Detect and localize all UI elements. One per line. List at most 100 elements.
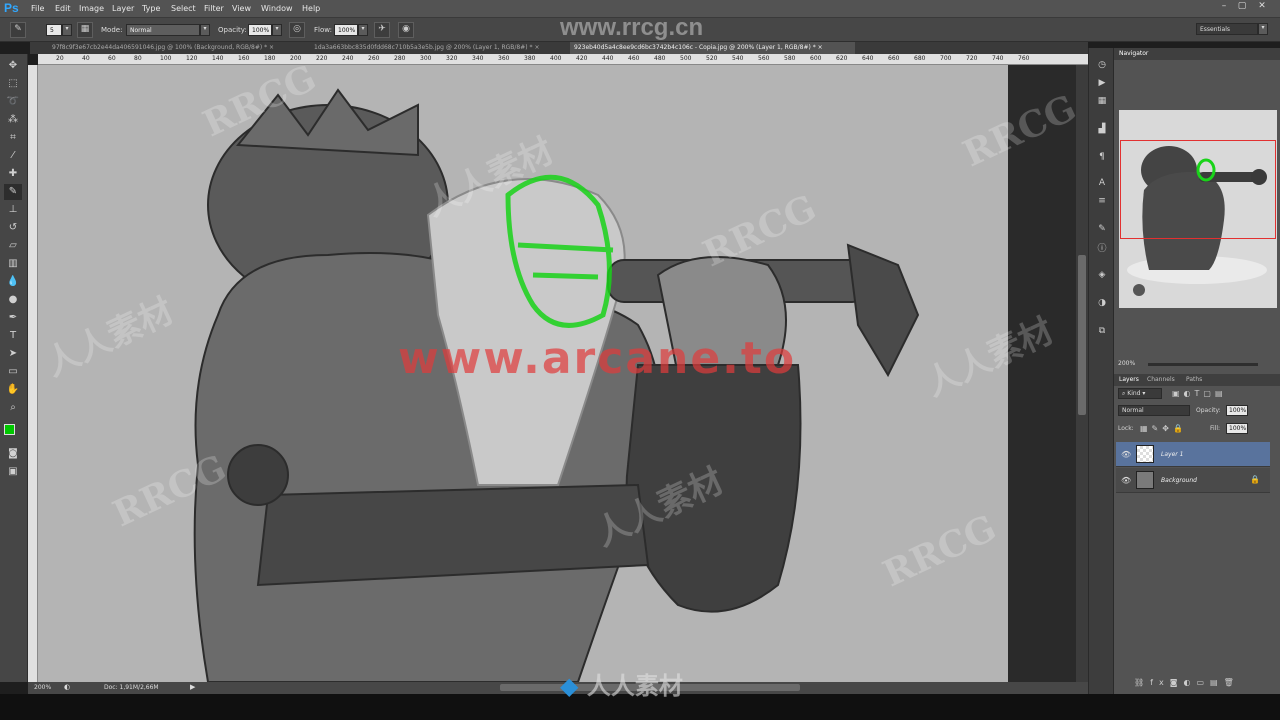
crop-tool-icon[interactable]: ⌗: [4, 130, 22, 146]
brush-panel-icon[interactable]: ▦: [77, 22, 93, 38]
airbrush-icon[interactable]: ✈: [374, 22, 390, 38]
workspace-dropdown[interactable]: ▾: [1258, 23, 1268, 35]
opacity-field[interactable]: 100%: [248, 24, 272, 36]
mode-select[interactable]: Normal: [126, 24, 200, 36]
lock-icons[interactable]: ▦✎✥🔒: [1140, 424, 1187, 433]
close-window-button[interactable]: ✕: [1254, 1, 1270, 14]
stamp-tool-icon[interactable]: ⊥: [4, 202, 22, 218]
site-watermark: www.rrcg.cn: [560, 14, 704, 41]
pressure-opacity-icon[interactable]: ◎: [289, 22, 305, 38]
menu-select[interactable]: Select: [171, 4, 196, 13]
layer-row-background[interactable]: 👁 Background 🔒: [1116, 468, 1270, 493]
tab-document-3[interactable]: 923eb40d5a4c8ee9cd6bc3742b4c106c - Copia…: [570, 42, 855, 54]
navigator-zoom[interactable]: 200%: [1118, 360, 1135, 367]
kind-label: Kind: [1127, 390, 1141, 397]
layer-filter-icons[interactable]: ▣◐T▢▤: [1172, 389, 1227, 398]
dodge-tool-icon[interactable]: ●: [4, 292, 22, 308]
history-brush-tool-icon[interactable]: ↺: [4, 220, 22, 236]
lasso-tool-icon[interactable]: ➰: [4, 94, 22, 110]
tab-paths[interactable]: Paths: [1186, 376, 1202, 383]
vertical-scroll-thumb[interactable]: [1078, 255, 1086, 415]
layer-name[interactable]: Layer 1: [1161, 451, 1183, 458]
tool-presets-icon[interactable]: ✎: [1094, 222, 1110, 236]
clone-source-icon[interactable]: ⧉: [1094, 324, 1110, 338]
navigator-zoom-slider[interactable]: [1148, 363, 1258, 366]
layer-name[interactable]: Background: [1161, 477, 1197, 484]
minimize-button[interactable]: –: [1216, 1, 1232, 14]
status-icon[interactable]: ◐: [64, 683, 70, 691]
tab-document-2[interactable]: 1da3a663bbc835d0fdd68c710b5a3e5b.jpg @ 2…: [310, 42, 570, 54]
layer-opacity-field[interactable]: 100%: [1226, 405, 1248, 416]
eraser-tool-icon[interactable]: ▱: [4, 238, 22, 254]
flow-field[interactable]: 100%: [334, 24, 358, 36]
menu-edit[interactable]: Edit: [55, 4, 71, 13]
character-icon[interactable]: A: [1094, 176, 1110, 190]
quick-mask-icon[interactable]: ◙: [4, 446, 22, 462]
screen-mode-icon[interactable]: ▣: [4, 464, 22, 480]
flow-dropdown[interactable]: ▾: [358, 24, 368, 36]
brush-size-field[interactable]: 5: [46, 24, 62, 36]
paragraph-icon[interactable]: ¶: [1094, 150, 1110, 164]
type-tool-icon[interactable]: T: [4, 328, 22, 344]
menu-type[interactable]: Type: [142, 4, 160, 13]
history-icon[interactable]: ◷: [1094, 58, 1110, 72]
menu-view[interactable]: View: [232, 4, 251, 13]
hand-tool-icon[interactable]: ✋: [4, 382, 22, 398]
menu-image[interactable]: Image: [79, 4, 104, 13]
menu-window[interactable]: Window: [261, 4, 293, 13]
menu-layer[interactable]: Layer: [112, 4, 134, 13]
zoom-level[interactable]: 200%: [34, 684, 51, 691]
navigator-title[interactable]: Navigator: [1119, 50, 1148, 57]
mode-dropdown[interactable]: ▾: [200, 24, 210, 36]
swatches-icon[interactable]: ▦: [1094, 94, 1110, 108]
opacity-dropdown[interactable]: ▾: [272, 24, 282, 36]
navigator-view-box[interactable]: [1120, 140, 1276, 239]
marquee-tool-icon[interactable]: ⬚: [4, 76, 22, 92]
tab-close-icon[interactable]: ×: [269, 44, 274, 51]
layer-filter-kind[interactable]: ⌕ Kind ▾: [1118, 388, 1162, 399]
menu-file[interactable]: File: [31, 4, 44, 13]
layer-footer-icons[interactable]: ⛓fx◙◐▭▤🗑: [1134, 678, 1240, 687]
blur-tool-icon[interactable]: 💧: [4, 274, 22, 290]
tab-document-1[interactable]: 97f8c9f3e67cb2e44da406591046.jpg @ 100% …: [48, 42, 310, 54]
restore-button[interactable]: ▢: [1234, 1, 1250, 14]
zoom-tool-icon[interactable]: ⌕: [4, 400, 22, 416]
shape-tool-icon[interactable]: ▭: [4, 364, 22, 380]
workspace-select[interactable]: Essentials: [1196, 23, 1258, 35]
menu-help[interactable]: Help: [302, 4, 320, 13]
layer-row-layer-1[interactable]: 👁 Layer 1: [1116, 442, 1270, 467]
healing-tool-icon[interactable]: ✚: [4, 166, 22, 182]
layer-fill-field[interactable]: 100%: [1226, 423, 1248, 434]
status-menu-arrow-icon[interactable]: ▶: [190, 683, 195, 691]
blend-mode-select[interactable]: Normal: [1118, 405, 1190, 416]
gradient-tool-icon[interactable]: ▥: [4, 256, 22, 272]
path-select-tool-icon[interactable]: ➤: [4, 346, 22, 362]
tab-layers[interactable]: Layers: [1119, 376, 1139, 383]
actions-icon[interactable]: ▶: [1094, 76, 1110, 90]
histogram-icon[interactable]: ▟: [1094, 122, 1110, 136]
tab-close-icon[interactable]: ×: [534, 44, 539, 51]
tab-channels[interactable]: Channels: [1147, 376, 1175, 383]
ruler-tick: 680: [914, 55, 926, 62]
brush-preset-icon[interactable]: ✎: [10, 22, 26, 38]
pressure-size-icon[interactable]: ◉: [398, 22, 414, 38]
pen-tool-icon[interactable]: ✒: [4, 310, 22, 326]
navigator-header: Navigator: [1114, 48, 1280, 60]
menu-filter[interactable]: Filter: [204, 4, 224, 13]
info-icon[interactable]: ⓘ: [1094, 242, 1110, 256]
brush-size-dropdown[interactable]: ▾: [62, 24, 72, 36]
navigator-icon[interactable]: ◈: [1094, 268, 1110, 282]
quick-select-tool-icon[interactable]: ⁂: [4, 112, 22, 128]
layer-thumbnail: [1136, 445, 1154, 463]
eyedropper-tool-icon[interactable]: ⁄: [4, 148, 22, 164]
ruler-tick: 240: [342, 55, 354, 62]
adjustments-icon[interactable]: ◑: [1094, 296, 1110, 310]
brush-tool-icon[interactable]: ✎: [4, 184, 22, 200]
move-tool-icon[interactable]: ✥: [4, 58, 22, 74]
document-canvas[interactable]: www.arcane.to: [38, 65, 1008, 682]
brush-presets-icon[interactable]: ≡: [1094, 194, 1110, 208]
foreground-color-swatch[interactable]: [4, 424, 15, 435]
visibility-eye-icon[interactable]: 👁: [1121, 476, 1131, 485]
visibility-eye-icon[interactable]: 👁: [1121, 450, 1131, 459]
tab-close-icon[interactable]: ×: [818, 44, 823, 51]
